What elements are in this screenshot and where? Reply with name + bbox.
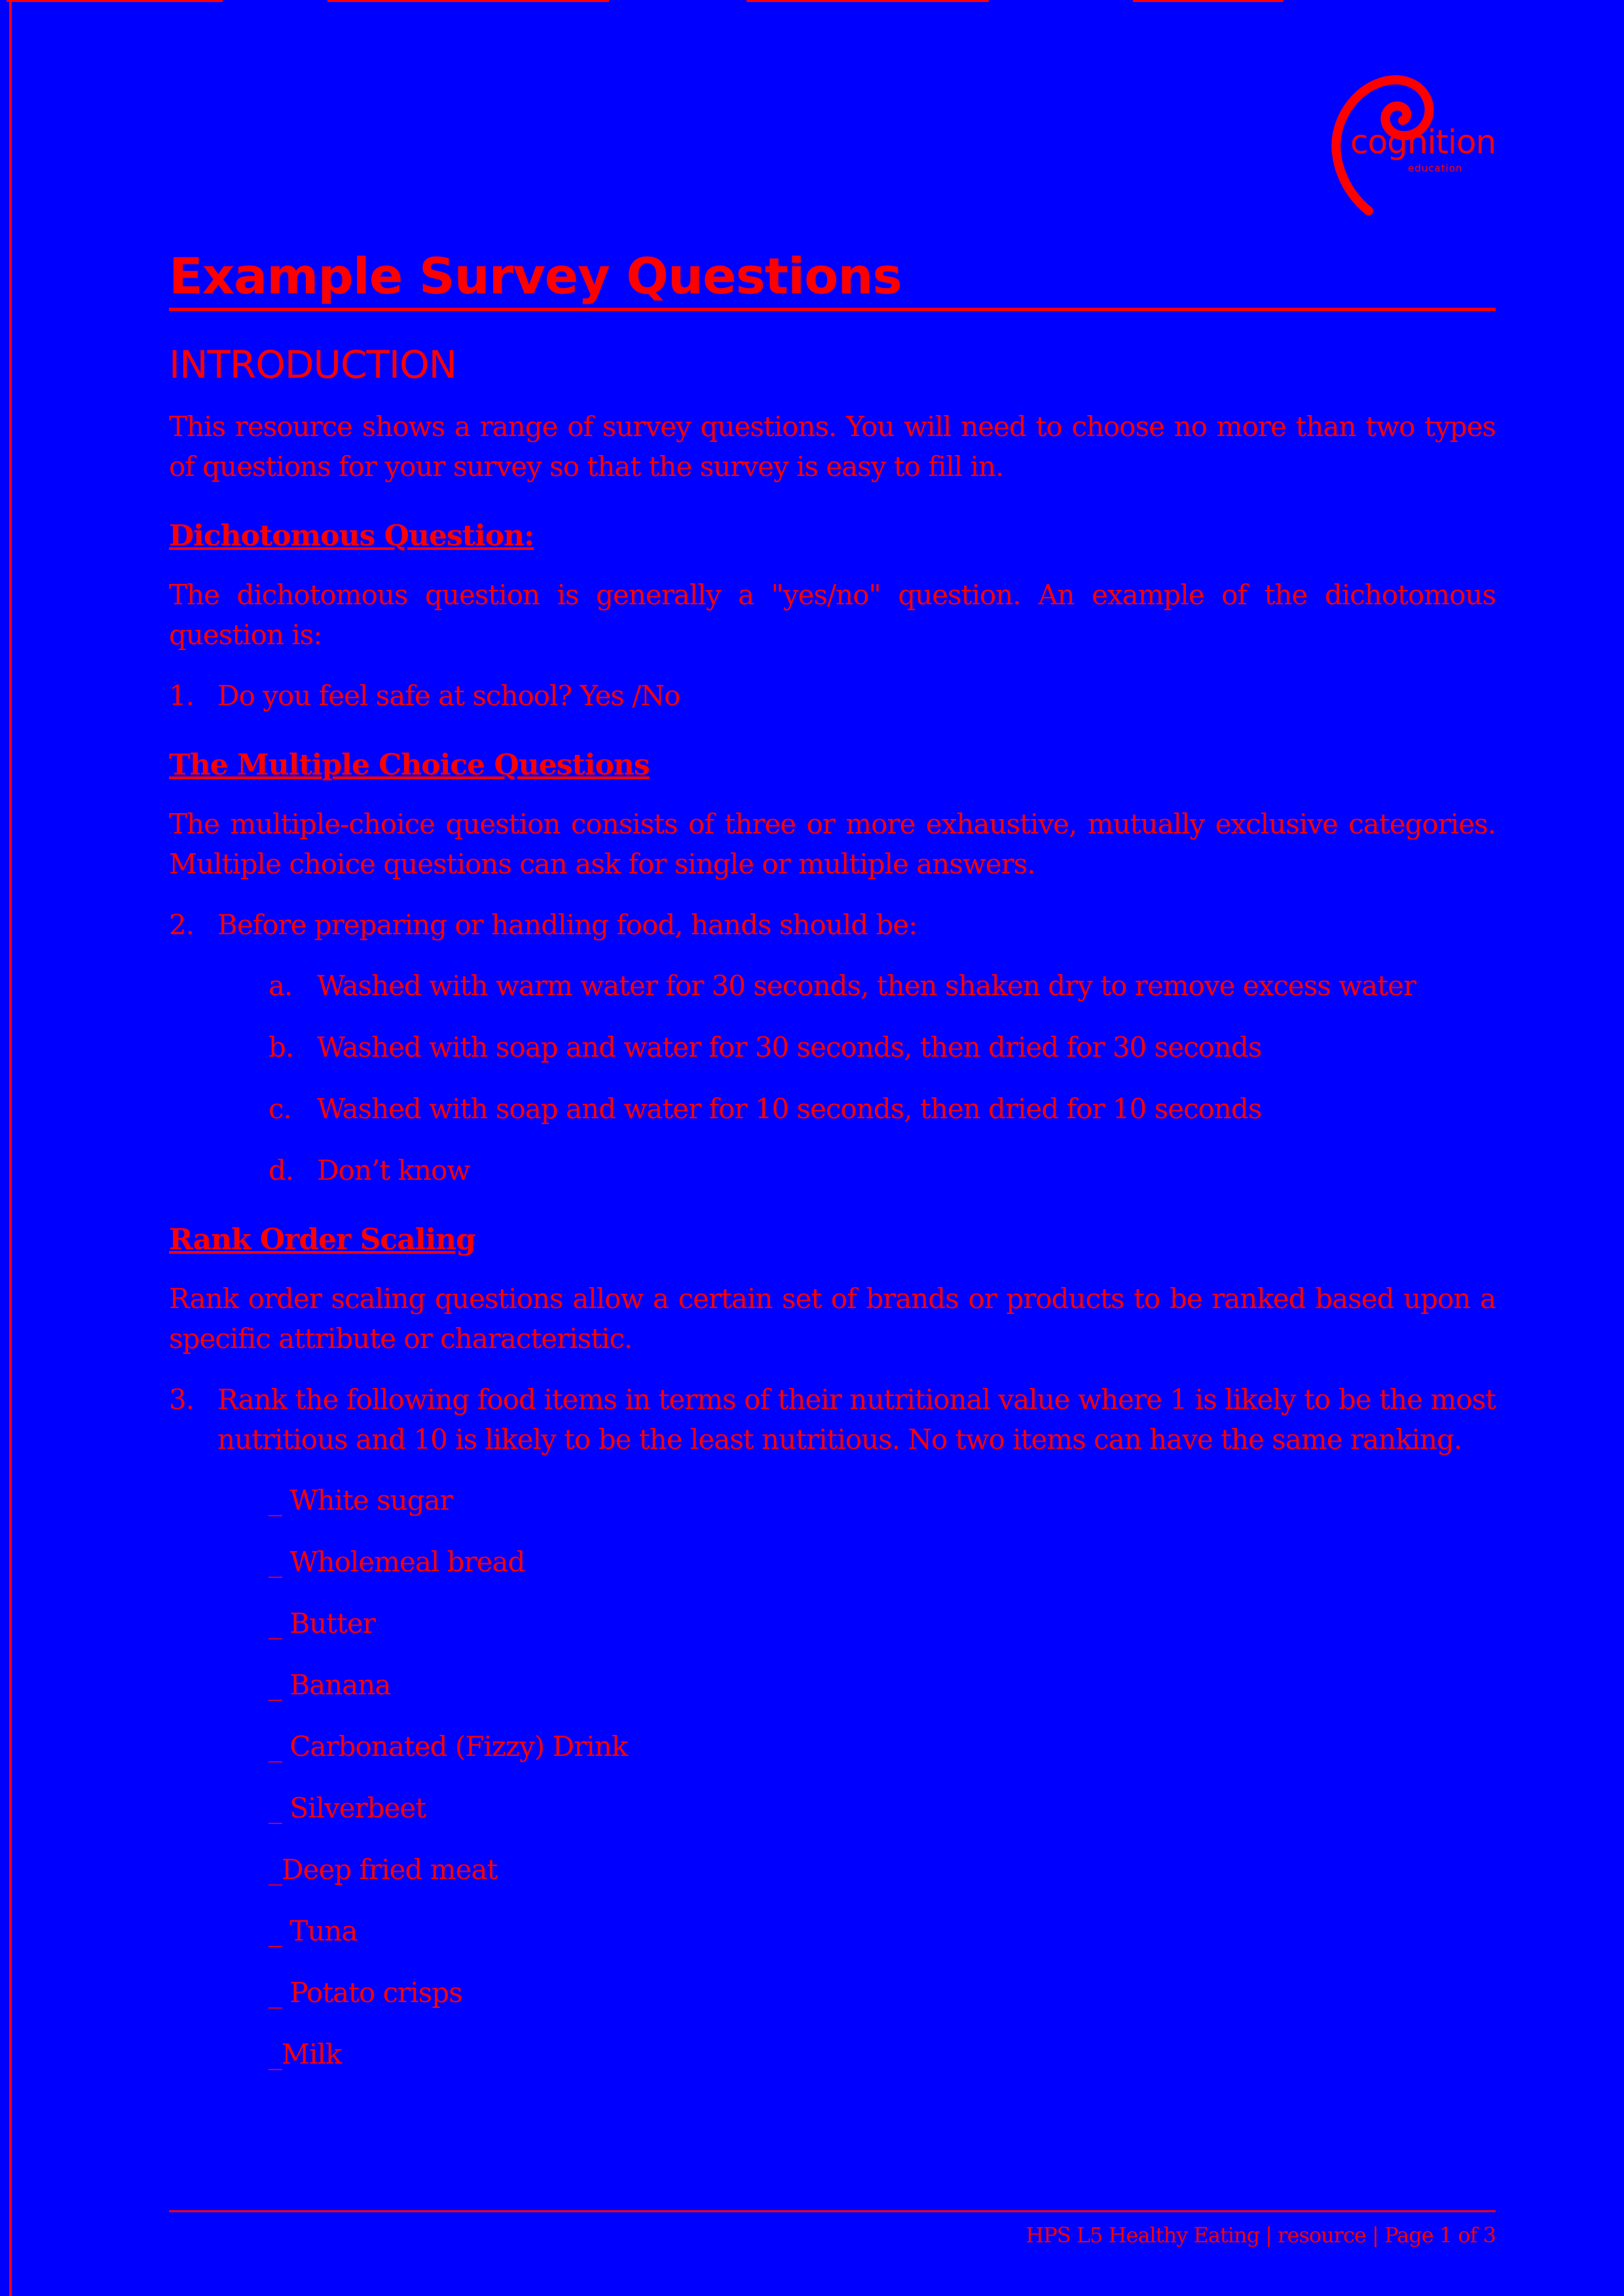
rank-item: _ Banana [268,1668,391,1701]
option-letter: c. [268,1092,292,1125]
question-2: 2. Before preparing or handling food, ha… [169,905,1496,945]
question-number: 1. [169,679,194,712]
document-body: Example Survey Questions INTRODUCTION Th… [169,249,1496,2096]
option-text: Washed with warm water for 30 seconds, t… [317,969,1416,1002]
question-text: Do you feel safe at school? Yes /No [217,679,680,712]
rank-order-paragraph: Rank order scaling questions allow a cer… [169,1282,1496,1355]
question-number: 3. [169,1383,194,1415]
rank-item: _ Potato crisps [268,1976,463,2009]
logo-subtext: education [1408,162,1463,174]
dichotomous-heading: Dichotomous Question: [169,519,534,553]
option-letter: b. [268,1030,294,1063]
rank-item: _ Wholemeal bread [268,1545,525,1578]
rank-item: _ Butter [268,1607,376,1639]
option-a: a. Washed with warm water for 30 seconds… [268,966,1496,1006]
option-d: d. Don’t know [268,1150,1496,1190]
option-c: c. Washed with soap and water for 10 sec… [268,1089,1496,1129]
footer-text: HPS L5 Healthy Eating | resource | Page … [1025,2223,1496,2248]
rank-item: _Deep fried meat [268,1853,498,1886]
rank-item: _ Carbonated (Fizzy) Drink [268,1730,628,1762]
option-letter: d. [268,1154,294,1186]
option-text: Washed with soap and water for 30 second… [317,1030,1262,1063]
rank-item: _ Tuna [268,1914,358,1947]
intro-paragraph: This resource shows a range of survey qu… [169,410,1496,483]
left-edge-rule [9,0,12,2296]
multiple-choice-heading: The Multiple Choice Questions [169,748,650,782]
question-3: 3. Rank the following food items in term… [169,1379,1496,1459]
top-edge-rule [0,0,1624,2]
option-text: Washed with soap and water for 10 second… [317,1092,1262,1125]
option-letter: a. [268,969,293,1002]
intro-heading: INTRODUCTION [169,342,457,387]
dichotomous-paragraph: The dichotomous question is generally a … [169,578,1496,651]
multiple-choice-paragraph: The multiple-choice question consists of… [169,807,1496,880]
rank-item: _ Silverbeet [268,1791,426,1824]
rank-item: _ White sugar [268,1484,453,1516]
question-number: 2. [169,908,194,941]
option-text: Don’t know [317,1154,470,1186]
rank-order-heading: Rank Order Scaling [169,1222,476,1256]
page-title: Example Survey Questions [169,249,1496,311]
question-text: Rank the following food items in terms o… [217,1383,1496,1455]
logo-wordmark: cognition [1350,123,1496,161]
question-text: Before preparing or handling food, hands… [217,908,917,941]
rank-item: _Milk [268,2037,342,2070]
cognition-logo: cognition education [1329,72,1500,216]
page-footer: HPS L5 Healthy Eating | resource | Page … [169,2210,1496,2248]
question-1: 1. Do you feel safe at school? Yes /No [169,676,1496,716]
footer-rule [169,2210,1496,2212]
option-b: b. Washed with soap and water for 30 sec… [268,1027,1496,1067]
